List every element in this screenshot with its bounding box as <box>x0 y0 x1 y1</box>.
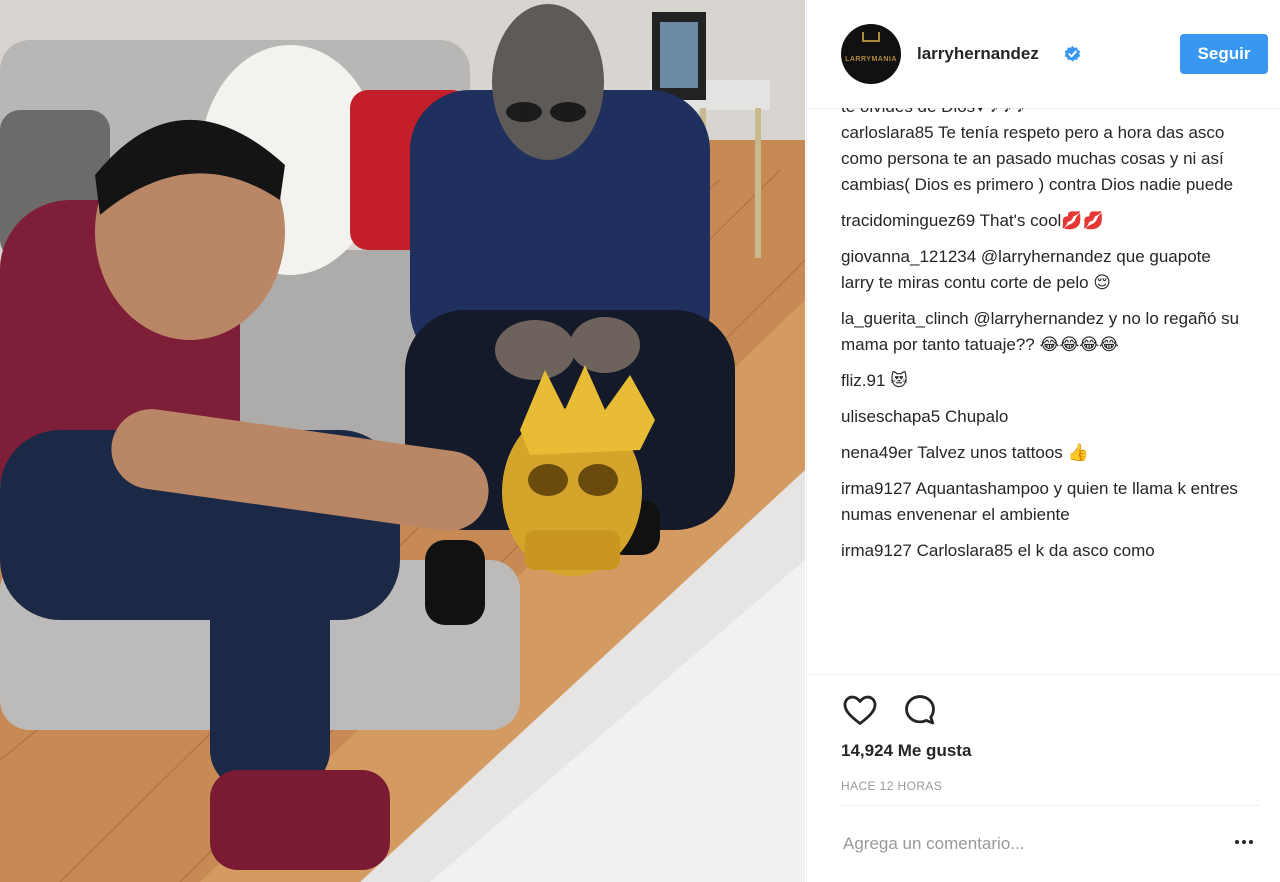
comment-partial-top: te olvides de Dios♥ ♪ ♪ ♪ <box>841 108 1241 120</box>
post-photo[interactable] <box>0 0 805 882</box>
comment-item: tracidominguez69 That's cool💋💋 <box>841 208 1241 234</box>
avatar[interactable]: LARRYMANIA <box>841 24 901 84</box>
verified-badge-icon <box>1064 45 1081 62</box>
comment-icon <box>905 695 935 725</box>
comment-item: uliseschapa5 Chupalo <box>841 404 1241 430</box>
more-options-button[interactable] <box>1229 830 1259 854</box>
add-comment-bar <box>841 805 1259 882</box>
post-actions: 14,924 Me gusta HACE 12 HORAS <box>807 674 1280 881</box>
comment-item: giovanna_121234 @larryhernandez que guap… <box>841 244 1241 296</box>
author-username[interactable]: larryhernandez <box>917 44 1039 64</box>
comment-item: fliz.91 😻 <box>841 368 1241 394</box>
post-timestamp[interactable]: HACE 12 HORAS <box>841 779 942 793</box>
comment-username[interactable]: nena49er <box>841 443 913 462</box>
comment-text: Chupalo <box>944 407 1009 426</box>
comment-username[interactable]: la_guerita_clinch <box>841 309 969 328</box>
comment-username[interactable]: tracidominguez69 <box>841 211 975 230</box>
follow-button[interactable]: Seguir <box>1180 34 1268 74</box>
more-options-icon <box>1249 840 1253 844</box>
more-options-icon <box>1235 840 1239 844</box>
instagram-post: LARRYMANIA larryhernandez Seguir te olvi… <box>0 0 1280 882</box>
heart-icon <box>843 695 877 725</box>
comment-item: irma9127 Aquantashampoo y quien te llama… <box>841 476 1241 528</box>
comment-username[interactable]: fliz.91 <box>841 371 885 390</box>
comment-item: la_guerita_clinch @larryhernandez y no l… <box>841 306 1241 358</box>
avatar-brand-text: LARRYMANIA <box>845 56 897 63</box>
photo-illustration <box>0 0 805 882</box>
post-sidebar: LARRYMANIA larryhernandez Seguir te olvi… <box>806 0 1280 882</box>
comment-partial-bottom: irma9127 Carloslara85 el k da asco como <box>841 541 1155 560</box>
comment-username[interactable]: carloslara85 <box>841 123 934 142</box>
comments-list[interactable]: te olvides de Dios♥ ♪ ♪ ♪ carloslara85 T… <box>841 108 1241 674</box>
more-options-icon <box>1242 840 1246 844</box>
likes-count[interactable]: 14,924 Me gusta <box>841 741 971 761</box>
like-button[interactable] <box>841 691 879 729</box>
comment-text: 😻 <box>890 371 908 390</box>
comment-item: nena49er Talvez unos tattoos 👍 <box>841 440 1241 466</box>
comment-username[interactable]: uliseschapa5 <box>841 407 940 426</box>
comment-text: Talvez unos tattoos 👍 <box>917 443 1089 462</box>
comment-username[interactable]: irma9127 <box>841 479 912 498</box>
comment-username[interactable]: giovanna_121234 <box>841 247 976 266</box>
comment-item: carloslara85 Te tenía respeto pero a hor… <box>841 120 1241 198</box>
post-header: LARRYMANIA larryhernandez Seguir <box>807 0 1280 109</box>
comment-button[interactable] <box>901 691 939 729</box>
comment-input[interactable] <box>841 828 1215 860</box>
crown-icon <box>862 32 880 42</box>
comment-text: That's cool💋💋 <box>979 211 1104 230</box>
